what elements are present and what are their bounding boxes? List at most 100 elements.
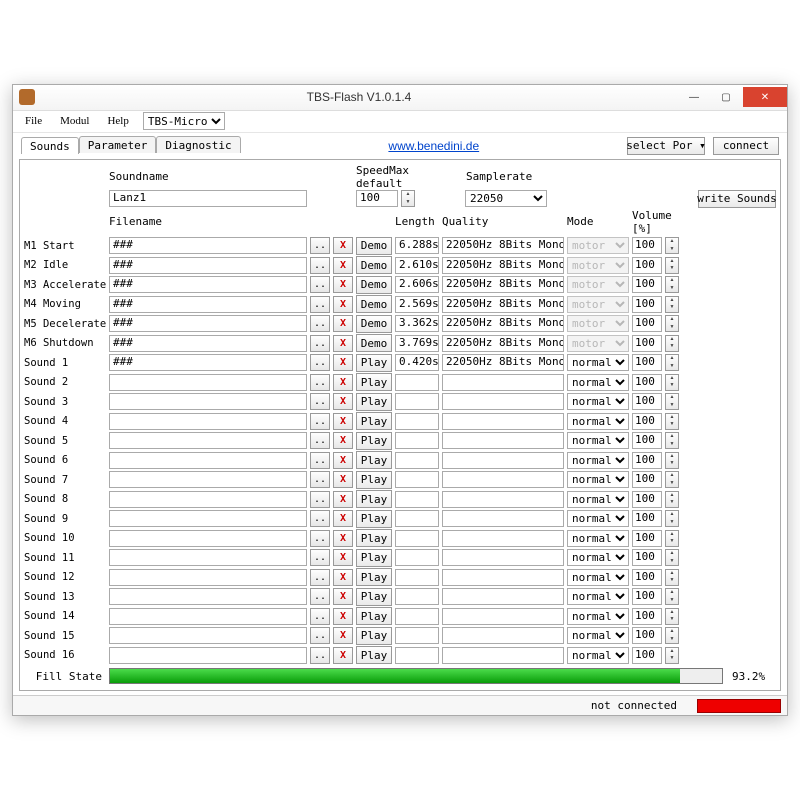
volume-spinner[interactable]: ▲▼ — [665, 315, 679, 332]
filename-input[interactable] — [109, 374, 307, 391]
volume-input[interactable]: 100 — [632, 549, 662, 566]
volume-input[interactable]: 100 — [632, 296, 662, 313]
clear-button[interactable]: X — [333, 393, 353, 410]
mode-select[interactable]: normal — [567, 432, 629, 449]
volume-input[interactable]: 100 — [632, 393, 662, 410]
volume-spinner[interactable]: ▲▼ — [665, 627, 679, 644]
play-button[interactable]: Play — [356, 549, 392, 567]
volume-spinner[interactable]: ▲▼ — [665, 530, 679, 547]
write-sounds-button[interactable]: write Sounds — [698, 190, 776, 208]
tab-diagnostic[interactable]: Diagnostic — [156, 136, 240, 153]
browse-button[interactable]: .. — [310, 471, 330, 488]
clear-button[interactable]: X — [333, 257, 353, 274]
browse-button[interactable]: .. — [310, 491, 330, 508]
filename-input[interactable] — [109, 510, 307, 527]
browse-button[interactable]: .. — [310, 549, 330, 566]
volume-input[interactable]: 100 — [632, 354, 662, 371]
filename-input[interactable] — [109, 549, 307, 566]
volume-spinner[interactable]: ▲▼ — [665, 647, 679, 664]
play-button[interactable]: Play — [356, 588, 392, 606]
browse-button[interactable]: .. — [310, 452, 330, 469]
clear-button[interactable]: X — [333, 569, 353, 586]
filename-input[interactable] — [109, 627, 307, 644]
menu-help[interactable]: Help — [103, 113, 132, 129]
browse-button[interactable]: .. — [310, 257, 330, 274]
volume-input[interactable]: 100 — [632, 569, 662, 586]
menu-file[interactable]: File — [21, 113, 46, 129]
filename-input[interactable]: ### — [109, 296, 307, 313]
soundname-input[interactable]: Lanz1 — [109, 190, 307, 207]
demo-button[interactable]: Demo — [356, 237, 392, 255]
mode-select[interactable]: normal — [567, 374, 629, 391]
mode-select[interactable]: normal — [567, 569, 629, 586]
mode-select[interactable]: normal — [567, 413, 629, 430]
mode-select[interactable]: normal — [567, 627, 629, 644]
filename-input[interactable] — [109, 588, 307, 605]
play-button[interactable]: Play — [356, 568, 392, 586]
clear-button[interactable]: X — [333, 315, 353, 332]
clear-button[interactable]: X — [333, 335, 353, 352]
filename-input[interactable] — [109, 393, 307, 410]
volume-spinner[interactable]: ▲▼ — [665, 432, 679, 449]
browse-button[interactable]: .. — [310, 315, 330, 332]
clear-button[interactable]: X — [333, 452, 353, 469]
clear-button[interactable]: X — [333, 510, 353, 527]
filename-input[interactable] — [109, 647, 307, 664]
mode-select[interactable]: normal — [567, 393, 629, 410]
volume-input[interactable]: 100 — [632, 413, 662, 430]
volume-spinner[interactable]: ▲▼ — [665, 257, 679, 274]
clear-button[interactable]: X — [333, 432, 353, 449]
volume-input[interactable]: 100 — [632, 608, 662, 625]
volume-input[interactable]: 100 — [632, 432, 662, 449]
filename-input[interactable] — [109, 413, 307, 430]
browse-button[interactable]: .. — [310, 413, 330, 430]
tab-sounds[interactable]: Sounds — [21, 137, 79, 154]
play-button[interactable]: Play — [356, 471, 392, 489]
clear-button[interactable]: X — [333, 276, 353, 293]
clear-button[interactable]: X — [333, 627, 353, 644]
mode-select[interactable]: normal — [567, 549, 629, 566]
volume-input[interactable]: 100 — [632, 257, 662, 274]
volume-input[interactable]: 100 — [632, 315, 662, 332]
browse-button[interactable]: .. — [310, 608, 330, 625]
speedmax-input[interactable]: 100 — [356, 190, 398, 207]
demo-button[interactable]: Demo — [356, 276, 392, 294]
browse-button[interactable]: .. — [310, 432, 330, 449]
device-select[interactable]: TBS-Micro — [143, 112, 225, 130]
browse-button[interactable]: .. — [310, 374, 330, 391]
play-button[interactable]: Play — [356, 607, 392, 625]
browse-button[interactable]: .. — [310, 647, 330, 664]
play-button[interactable]: Play — [356, 646, 392, 664]
filename-input[interactable]: ### — [109, 237, 307, 254]
play-button[interactable]: Play — [356, 490, 392, 508]
browse-button[interactable]: .. — [310, 530, 330, 547]
browse-button[interactable]: .. — [310, 237, 330, 254]
tab-parameter[interactable]: Parameter — [79, 136, 157, 153]
filename-input[interactable] — [109, 491, 307, 508]
volume-spinner[interactable]: ▲▼ — [665, 608, 679, 625]
volume-input[interactable]: 100 — [632, 237, 662, 254]
volume-spinner[interactable]: ▲▼ — [665, 276, 679, 293]
minimize-button[interactable]: — — [679, 87, 709, 107]
mode-select[interactable]: normal — [567, 354, 629, 371]
volume-spinner[interactable]: ▲▼ — [665, 569, 679, 586]
clear-button[interactable]: X — [333, 354, 353, 371]
browse-button[interactable]: .. — [310, 588, 330, 605]
browse-button[interactable]: .. — [310, 354, 330, 371]
filename-input[interactable]: ### — [109, 315, 307, 332]
clear-button[interactable]: X — [333, 296, 353, 313]
volume-input[interactable]: 100 — [632, 530, 662, 547]
samplerate-select[interactable]: 22050 — [465, 190, 547, 207]
demo-button[interactable]: Demo — [356, 295, 392, 313]
volume-input[interactable]: 100 — [632, 647, 662, 664]
volume-spinner[interactable]: ▲▼ — [665, 510, 679, 527]
demo-button[interactable]: Demo — [356, 256, 392, 274]
filename-input[interactable]: ### — [109, 276, 307, 293]
play-button[interactable]: Play — [356, 451, 392, 469]
clear-button[interactable]: X — [333, 549, 353, 566]
browse-button[interactable]: .. — [310, 510, 330, 527]
close-button[interactable]: ✕ — [743, 87, 787, 107]
browse-button[interactable]: .. — [310, 335, 330, 352]
browse-button[interactable]: .. — [310, 393, 330, 410]
volume-spinner[interactable]: ▲▼ — [665, 471, 679, 488]
